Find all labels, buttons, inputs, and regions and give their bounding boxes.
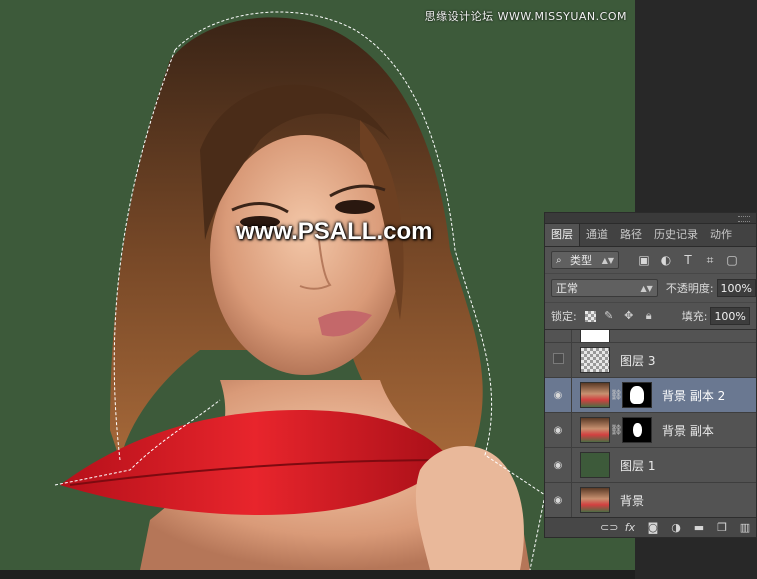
eye-icon[interactable]: ◉ bbox=[545, 495, 571, 506]
layer-name: 背景 bbox=[620, 493, 645, 508]
layer-row-partial[interactable] bbox=[545, 330, 756, 343]
smart-object-filter-icon[interactable]: ▢ bbox=[725, 253, 739, 267]
adjustment-icon[interactable]: ◑ bbox=[669, 521, 683, 534]
search-icon: ⌕ bbox=[556, 255, 562, 266]
tab-paths[interactable]: 路径 bbox=[614, 224, 648, 246]
filter-row: ⌕ 类型 ▲▼ ▣ ◐ T ⌗ ▢ bbox=[545, 247, 756, 274]
lock-transparent-icon[interactable] bbox=[584, 310, 596, 322]
tab-history[interactable]: 历史记录 bbox=[648, 224, 704, 246]
layer-thumbnail bbox=[580, 330, 610, 342]
layer-row-background[interactable]: ◉ 背景 bbox=[545, 483, 756, 518]
canvas[interactable]: www.PSALL.com 思缘设计论坛 WWW.MISSYUAN.COM bbox=[0, 0, 635, 570]
layer-thumbnail bbox=[580, 417, 610, 443]
tab-actions[interactable]: 动作 bbox=[704, 224, 738, 246]
panel-tabs: 图层 通道 路径 历史记录 动作 bbox=[545, 224, 756, 247]
fx-icon[interactable]: fx bbox=[623, 521, 637, 534]
lock-row: 锁定: ✎ ✥ 🔒︎ 填充: 100% bbox=[545, 303, 756, 330]
layer-row-layer3[interactable]: 图层 3 bbox=[545, 343, 756, 378]
eye-icon[interactable]: ◉ bbox=[545, 460, 571, 471]
layer-thumbnail bbox=[580, 382, 610, 408]
blend-row: 正常 ▲▼ 不透明度: 100% bbox=[545, 274, 756, 303]
layer-thumbnail bbox=[580, 452, 610, 478]
opacity-field[interactable]: 100% bbox=[716, 279, 756, 297]
blend-mode-value: 正常 bbox=[556, 282, 578, 295]
lock-position-icon[interactable]: ✥ bbox=[622, 309, 636, 323]
filter-kind-dropdown[interactable]: ⌕ 类型 ▲▼ bbox=[551, 251, 619, 269]
layer-name: 图层 3 bbox=[620, 353, 656, 368]
layer-row-bg-copy[interactable]: ◉ ⛓ 背景 副本 bbox=[545, 413, 756, 448]
layers-panel: 图层 通道 路径 历史记录 动作 ⌕ 类型 ▲▼ ▣ ◐ T ⌗ ▢ 正常 ▲▼… bbox=[544, 212, 757, 538]
layer-list: 图层 3 ◉ ⛓ 背景 副本 2 ◉ ⛓ 背景 副本 ◉ 图层 1 ◉ 背景 bbox=[545, 330, 756, 518]
chevron-down-icon: ▲▼ bbox=[601, 256, 614, 265]
layer-mask-thumbnail[interactable] bbox=[622, 417, 652, 443]
panel-grip[interactable] bbox=[545, 213, 756, 224]
portrait-image bbox=[54, 11, 546, 570]
type-filter-icon[interactable]: T bbox=[681, 253, 695, 267]
folder-icon[interactable]: ▬ bbox=[692, 521, 706, 534]
layer-thumbnail bbox=[580, 347, 610, 373]
lock-all-icon[interactable]: 🔒︎ bbox=[642, 309, 656, 323]
mask-link-icon[interactable]: ⛓ bbox=[610, 390, 623, 401]
eye-icon[interactable]: ◉ bbox=[545, 425, 571, 436]
lock-paint-icon[interactable]: ✎ bbox=[602, 309, 616, 323]
layer-name: 背景 副本 2 bbox=[662, 388, 726, 403]
fill-label: 填充: bbox=[681, 310, 708, 323]
canvas-bottom-strip bbox=[0, 570, 635, 579]
tab-layers[interactable]: 图层 bbox=[545, 224, 580, 246]
tab-channels[interactable]: 通道 bbox=[580, 224, 614, 246]
layer-name: 图层 1 bbox=[620, 458, 656, 473]
layers-bottom-bar: ⊂⊃ fx ◙ ◑ ▬ ❐ ▥ bbox=[545, 517, 756, 537]
mask-link-icon[interactable]: ⛓ bbox=[610, 425, 623, 436]
layer-mask-thumbnail[interactable] bbox=[622, 382, 652, 408]
shape-filter-icon[interactable]: ⌗ bbox=[703, 253, 717, 267]
image-filter-icon[interactable]: ▣ bbox=[637, 253, 651, 267]
mask-icon[interactable]: ◙ bbox=[646, 521, 660, 534]
eye-icon[interactable]: ◉ bbox=[545, 390, 571, 401]
lock-label: 锁定: bbox=[551, 310, 577, 323]
watermark-top: 思缘设计论坛 WWW.MISSYUAN.COM bbox=[424, 10, 627, 23]
layer-row-bg-copy-2[interactable]: ◉ ⛓ 背景 副本 2 bbox=[545, 378, 756, 413]
trash-icon[interactable]: ▥ bbox=[738, 521, 752, 534]
visibility-toggle[interactable] bbox=[545, 353, 571, 367]
link-icon[interactable]: ⊂⊃ bbox=[600, 521, 618, 534]
watermark-center: www.PSALL.com bbox=[236, 218, 433, 245]
layer-thumbnail bbox=[580, 487, 610, 513]
chevron-down-icon: ▲▼ bbox=[640, 284, 653, 293]
adjustment-filter-icon[interactable]: ◐ bbox=[659, 253, 673, 267]
opacity-label: 不透明度: bbox=[665, 282, 714, 295]
blend-mode-dropdown[interactable]: 正常 ▲▼ bbox=[551, 279, 658, 297]
filter-kind-label: 类型 bbox=[570, 254, 592, 267]
fill-field[interactable]: 100% bbox=[710, 307, 750, 325]
new-layer-icon[interactable]: ❐ bbox=[715, 521, 729, 534]
layer-name: 背景 副本 bbox=[662, 423, 714, 438]
layer-row-layer1[interactable]: ◉ 图层 1 bbox=[545, 448, 756, 483]
